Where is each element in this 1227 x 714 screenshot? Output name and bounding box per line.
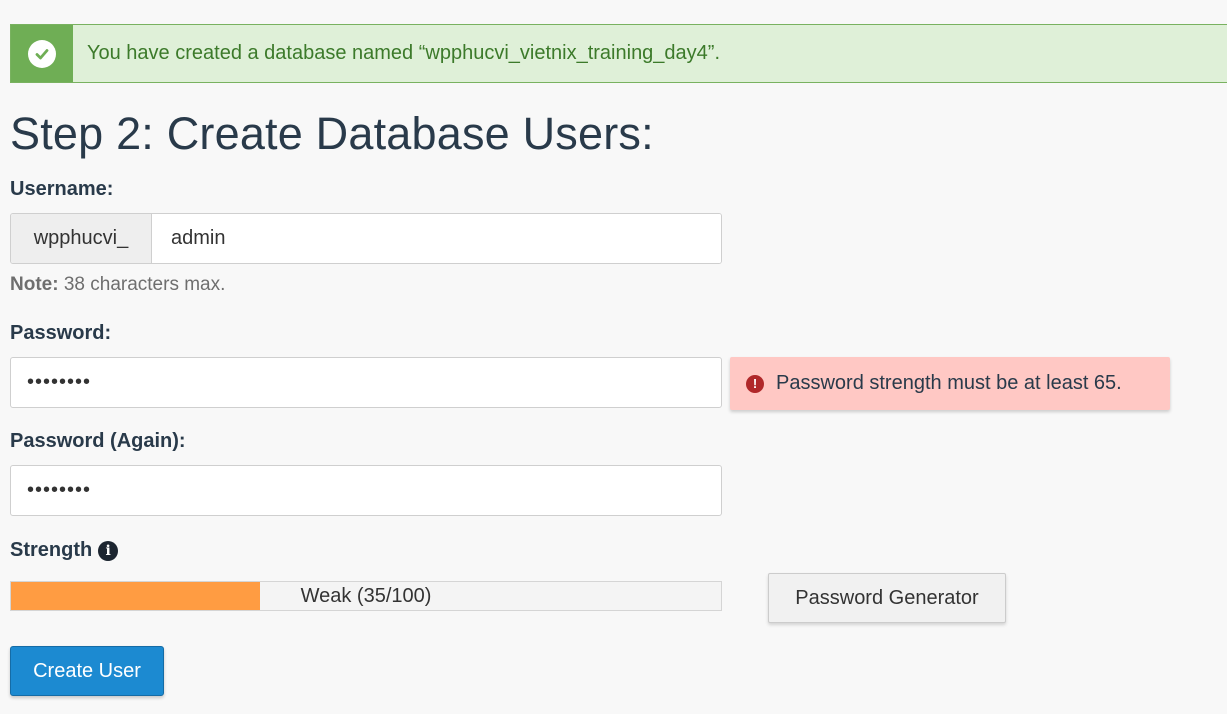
page-title: Step 2: Create Database Users: bbox=[10, 108, 654, 159]
create-user-button[interactable]: Create User bbox=[10, 646, 164, 696]
note-label: Note: bbox=[10, 274, 59, 295]
note-text: 38 characters max. bbox=[58, 274, 226, 295]
alert-message: You have created a database named “wpphu… bbox=[87, 42, 721, 64]
exclamation-circle-icon: ! bbox=[746, 374, 764, 393]
username-prefix: wpphucvi_ bbox=[11, 214, 152, 263]
alert-icon-cell bbox=[11, 25, 73, 82]
username-input-group: wpphucvi_ bbox=[10, 213, 722, 264]
strength-meter-text: Weak (35/100) bbox=[300, 584, 432, 607]
password-error-message: Password strength must be at least 65. bbox=[776, 372, 1122, 394]
info-circle-icon[interactable]: i bbox=[98, 540, 119, 561]
password-error-tooltip: ! Password strength must be at least 65. bbox=[730, 357, 1170, 410]
strength-meter: Weak (35/100) bbox=[10, 581, 722, 611]
password-again-label: Password (Again): bbox=[10, 430, 186, 452]
username-label: Username: bbox=[10, 178, 114, 200]
page: You have created a database named “wpphu… bbox=[0, 0, 1227, 714]
strength-label-text: Strength bbox=[10, 539, 93, 561]
password-again-input[interactable] bbox=[10, 465, 722, 516]
password-input[interactable] bbox=[10, 357, 722, 408]
strength-label: Strength i bbox=[10, 539, 119, 562]
check-circle-icon bbox=[28, 39, 56, 68]
username-input[interactable] bbox=[152, 214, 721, 263]
password-generator-button[interactable]: Password Generator bbox=[768, 573, 1006, 623]
password-label: Password: bbox=[10, 322, 112, 344]
success-alert: You have created a database named “wpphu… bbox=[10, 24, 1227, 83]
username-note: Note: 38 characters max. bbox=[10, 274, 225, 296]
